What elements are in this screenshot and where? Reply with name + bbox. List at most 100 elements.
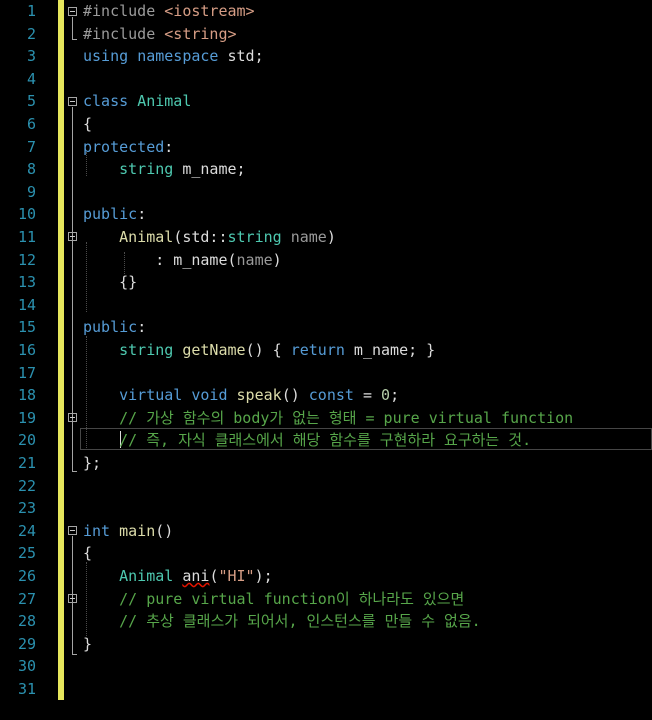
code-token: m_name;	[173, 160, 246, 179]
code-token: <string>	[164, 24, 237, 43]
code-text[interactable]: string getName() { return m_name; }	[83, 339, 435, 362]
code-text[interactable]: // 즉, 자식 클래스에서 해당 함수를 구현하라 요구하는 것.	[83, 429, 531, 452]
code-token: :	[137, 318, 147, 337]
code-line[interactable]: 22	[0, 475, 652, 498]
line-number: 16	[17, 341, 36, 359]
code-line[interactable]: 12 : m_name(name)	[0, 249, 652, 272]
code-text[interactable]: : m_name(name)	[83, 249, 281, 272]
code-line[interactable]: 11 Animal(std::string name)	[0, 226, 652, 249]
code-line[interactable]: 20 // 즉, 자식 클래스에서 해당 함수를 구현하라 요구하는 것.	[0, 429, 652, 452]
line-number: 14	[17, 295, 36, 314]
code-line[interactable]: 6{	[0, 113, 652, 136]
code-line[interactable]: 27 // pure virtual function이 하나라도 있으면	[0, 588, 652, 611]
line-number: 23	[17, 499, 36, 518]
code-line[interactable]: 4	[0, 68, 652, 91]
code-token: main	[119, 521, 156, 540]
code-text[interactable]: Animal(std::string name)	[83, 226, 336, 249]
code-line[interactable]: 16 string getName() { return m_name; }	[0, 339, 652, 362]
code-token: }	[83, 634, 93, 653]
code-token: {	[83, 544, 93, 563]
code-token: speak	[236, 386, 282, 405]
code-token: Animal	[137, 92, 192, 111]
code-text[interactable]: // 가상 함수의 body가 없는 형태 = pure virtual fun…	[83, 407, 573, 430]
code-token: return	[290, 341, 345, 359]
code-token: string	[119, 341, 174, 359]
code-line[interactable]: 19 // 가상 함수의 body가 없는 형태 = pure virtual …	[0, 407, 652, 430]
code-token: m_name; }	[344, 341, 436, 359]
code-text[interactable]: string m_name;	[83, 158, 246, 181]
code-token: ani	[182, 567, 210, 585]
code-text[interactable]: // pure virtual function이 하나라도 있으면	[83, 588, 464, 611]
code-token: name	[236, 250, 273, 269]
code-line[interactable]: 25 {	[0, 542, 652, 565]
code-token: void	[191, 386, 228, 405]
code-token: ()	[281, 386, 309, 405]
code-editor[interactable]: 1 #include <iostream> 2 #include <string> 3 u…	[0, 0, 652, 720]
code-token: 0	[381, 386, 391, 405]
code-line[interactable]: 21};	[0, 452, 652, 475]
code-line[interactable]: 29}	[0, 633, 652, 656]
code-line[interactable]: 13 {}	[0, 271, 652, 294]
code-line[interactable]: 10 public:	[0, 203, 652, 226]
code-token: // pure virtual function이 하나라도 있으면	[119, 589, 465, 608]
code-line[interactable]: 5 class Animal	[0, 90, 652, 113]
line-number: 24	[17, 521, 36, 540]
code-line[interactable]: 30	[0, 655, 652, 678]
code-text[interactable]: public:	[83, 316, 146, 339]
code-text[interactable]: class Animal	[83, 90, 191, 113]
code-token: <iostream>	[164, 2, 255, 20]
code-line[interactable]: 2 #include <string>	[0, 23, 652, 46]
code-token: :	[164, 137, 174, 156]
code-token: "HI"	[218, 567, 255, 585]
code-text[interactable]: {	[83, 542, 92, 565]
line-number: 3	[26, 47, 36, 66]
code-line[interactable]: 24 int main()	[0, 520, 652, 543]
code-line[interactable]: 31	[0, 678, 652, 701]
code-line[interactable]: 9	[0, 181, 652, 204]
code-line[interactable]: 7 protected:	[0, 136, 652, 159]
code-token: std;	[218, 47, 264, 66]
line-number: 12	[17, 250, 36, 269]
code-text[interactable]: #include <string>	[83, 23, 237, 46]
code-line[interactable]: 15 public:	[0, 316, 652, 339]
code-line[interactable]: 8 string m_name;	[0, 158, 652, 181]
code-text[interactable]: #include <iostream>	[83, 0, 255, 23]
code-token: // 추상 클래스가 되어서, 인스턴스를 만들 수 없음.	[119, 612, 481, 631]
code-line[interactable]: 3 using namespace std;	[0, 45, 652, 68]
code-token: ()	[155, 521, 174, 540]
code-token: public	[83, 205, 138, 224]
code-token: class	[83, 92, 129, 111]
code-text[interactable]: };	[83, 452, 101, 475]
code-text[interactable]: // 추상 클래스가 되어서, 인스턴스를 만들 수 없음.	[83, 610, 481, 633]
code-line[interactable]: 18 virtual void speak() const = 0;	[0, 384, 652, 407]
code-token: public	[83, 318, 138, 337]
code-text[interactable]: protected:	[83, 136, 173, 159]
code-token: {}	[83, 273, 138, 292]
code-line[interactable]: 1 #include <iostream>	[0, 0, 652, 23]
code-token: string	[227, 228, 282, 246]
code-line[interactable]: 23	[0, 497, 652, 520]
code-text[interactable]: int main()	[83, 520, 173, 543]
code-text[interactable]: using namespace std;	[83, 45, 264, 68]
code-token: () {	[245, 341, 291, 359]
code-token: int	[83, 521, 111, 540]
code-text[interactable]: public:	[83, 203, 146, 226]
line-number: 2	[26, 24, 36, 43]
line-number: 6	[26, 115, 36, 133]
code-text[interactable]: virtual void speak() const = 0;	[83, 384, 399, 407]
code-text[interactable]: {	[83, 113, 92, 136]
code-text[interactable]: Animal ani("HI");	[83, 565, 273, 588]
code-text[interactable]: }	[83, 633, 92, 656]
code-token: getName	[182, 341, 246, 359]
code-line[interactable]: 14	[0, 294, 652, 317]
code-text[interactable]: {}	[83, 271, 137, 294]
code-line[interactable]: 26 Animal ani("HI");	[0, 565, 652, 588]
code-line[interactable]: 17	[0, 362, 652, 385]
code-line[interactable]: 28 // 추상 클래스가 되어서, 인스턴스를 만들 수 없음.	[0, 610, 652, 633]
